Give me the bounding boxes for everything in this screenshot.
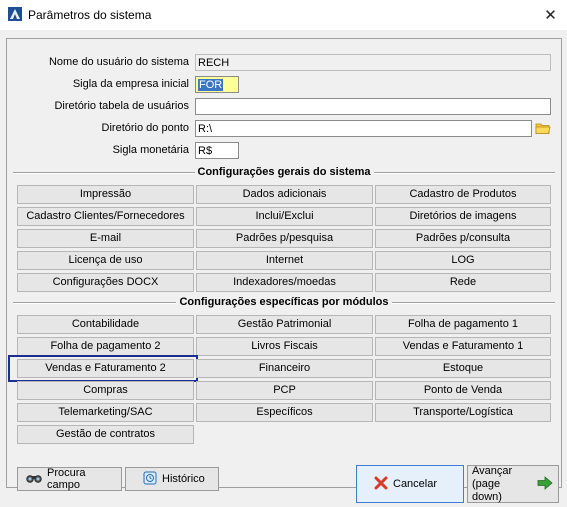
next-label-line1: Avançar [472,464,513,477]
next-label-line2: (page down) [472,477,502,503]
module-button[interactable]: Contabilidade [17,315,194,334]
section-general-header: Configurações gerais do sistema [7,165,561,179]
module-button[interactable]: Específicos [196,403,373,422]
title-bar: Parâmetros do sistema ✕ [0,0,567,30]
cancel-x-icon [374,476,388,493]
general-button[interactable]: Diretórios de imagens [375,207,551,226]
binoculars-icon [26,472,42,487]
general-button[interactable]: Impressão [17,185,194,204]
company-code-value: FOR [198,79,224,91]
module-button[interactable]: PCP [196,381,373,400]
field-label-user: Nome do usuário do sistema [48,56,189,68]
cancel-label: Cancelar [393,478,438,490]
currency-field[interactable]: R$ [195,142,239,159]
history-label: Histórico [162,473,205,485]
general-button[interactable]: Internet [196,251,373,270]
users-table-dir-field[interactable] [195,98,551,115]
general-button[interactable]: Licença de uso [17,251,194,270]
arrow-right-icon [537,475,553,493]
general-button[interactable]: Configurações DOCX [17,273,194,292]
module-button[interactable]: Ponto de Venda [375,381,551,400]
window-title: Parâmetros do sistema [28,8,152,22]
section-modules-header: Configurações específicas por módulos [7,295,561,309]
next-button[interactable]: Avançar (page down) [467,465,559,503]
history-button[interactable]: Histórico [125,467,219,491]
module-button[interactable]: Livros Fiscais [196,337,373,356]
field-label-point-dir: Diretório do ponto [101,122,189,134]
module-button[interactable]: Transporte/Logística [375,403,551,422]
settings-panel: Nome do usuário do sistema RECH Sigla da… [6,38,562,488]
folder-icon[interactable] [535,121,551,135]
module-button[interactable]: Folha de pagamento 2 [17,337,194,356]
field-label-currency: Sigla monetária [112,144,189,156]
section-modules-title: Configurações específicas por módulos [176,296,392,308]
module-button[interactable]: Telemarketing/SAC [17,403,194,422]
search-field-label: Procura campo [47,467,86,491]
general-button[interactable]: Inclui/Exclui [196,207,373,226]
module-button[interactable]: Vendas e Faturamento 1 [375,337,551,356]
general-button[interactable]: LOG [375,251,551,270]
module-button[interactable]: Estoque [375,359,551,378]
field-label-company: Sigla da empresa inicial [72,78,189,90]
user-name-field: RECH [195,54,551,71]
general-button[interactable]: Padrões p/pesquisa [196,229,373,248]
section-general-title: Configurações gerais do sistema [194,166,374,178]
general-button[interactable]: Rede [375,273,551,292]
module-button[interactable]: Gestão de contratos [17,425,194,444]
dialog-body: Nome do usuário do sistema RECH Sigla da… [0,30,567,507]
general-button[interactable]: E-mail [17,229,194,248]
general-button[interactable]: Dados adicionais [196,185,373,204]
field-label-users-dir: Diretório tabela de usuários [54,100,189,112]
history-icon [143,471,157,488]
general-button[interactable]: Padrões p/consulta [375,229,551,248]
point-dir-field[interactable]: R:\ [195,120,532,137]
close-button[interactable]: ✕ [534,0,567,30]
general-button[interactable]: Indexadores/moedas [196,273,373,292]
module-button[interactable]: Gestão Patrimonial [196,315,373,334]
app-icon [8,7,22,21]
general-button[interactable]: Cadastro de Produtos [375,185,551,204]
focus-ring [8,355,198,382]
search-field-button[interactable]: Procura campo [17,467,122,491]
module-button[interactable]: Compras [17,381,194,400]
general-button[interactable]: Cadastro Clientes/Fornecedores [17,207,194,226]
company-code-field[interactable]: FOR [195,76,239,93]
module-button[interactable]: Financeiro [196,359,373,378]
module-button[interactable]: Folha de pagamento 1 [375,315,551,334]
cancel-button[interactable]: Cancelar [356,465,464,503]
